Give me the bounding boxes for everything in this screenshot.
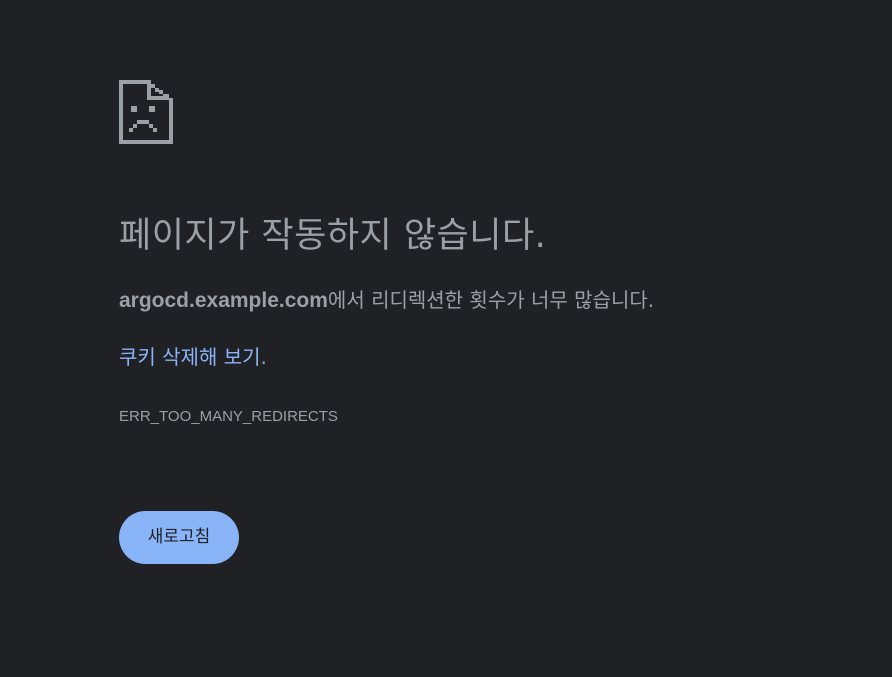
- suggestion: 쿠키 삭제해 보기.: [119, 344, 267, 370]
- error-detail-text: 에서 리디렉션한 횟수가 너무 많습니다.: [327, 288, 655, 312]
- suggestion-suffix: .: [260, 345, 267, 369]
- page-title: 페이지가 작동하지 않습니다.: [119, 216, 547, 256]
- clear-cookies-link[interactable]: 쿠키 삭제해 보기: [119, 345, 261, 369]
- sad-document-icon: [119, 80, 173, 144]
- error-detail: argocd.example.com에서 리디렉션한 횟수가 너무 많습니다.: [119, 287, 654, 314]
- reload-button[interactable]: 새로고침: [119, 511, 239, 564]
- error-code: ERR_TOO_MANY_REDIRECTS: [119, 408, 338, 425]
- error-host: argocd.example.com: [119, 289, 328, 312]
